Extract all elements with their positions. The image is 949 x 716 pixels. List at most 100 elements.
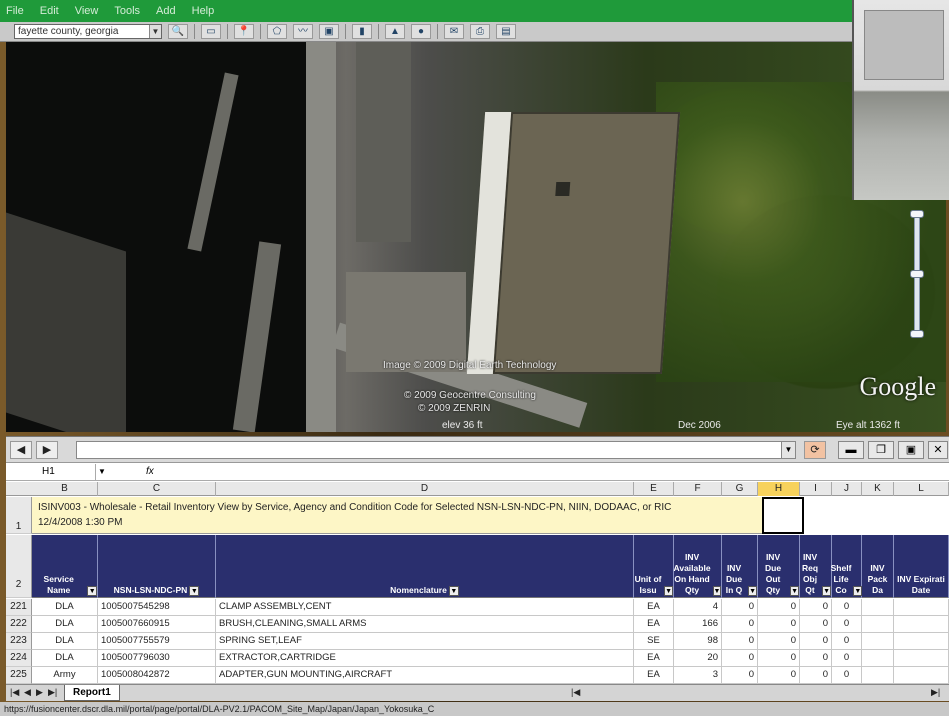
- row-header[interactable]: 224: [6, 650, 32, 667]
- table-cell[interactable]: [894, 633, 949, 650]
- menu-item-edit[interactable]: Edit: [40, 5, 59, 17]
- table-cell[interactable]: 0: [758, 650, 800, 667]
- sheet-tab-report1[interactable]: Report1: [64, 685, 120, 701]
- table-cell[interactable]: 0: [800, 599, 832, 616]
- table-cell[interactable]: [894, 650, 949, 667]
- chevron-down-icon[interactable]: ▼: [149, 25, 161, 38]
- maximize-icon[interactable]: ▣: [898, 441, 924, 459]
- restore-icon[interactable]: ❐: [868, 441, 894, 459]
- table-cell[interactable]: 0: [800, 633, 832, 650]
- polygon-icon[interactable]: ⬠: [267, 24, 287, 39]
- table-cell[interactable]: DLA: [32, 599, 98, 616]
- table-cell[interactable]: DLA: [32, 616, 98, 633]
- sidebar-toggle-icon[interactable]: ▭: [201, 24, 221, 39]
- table-cell[interactable]: 0: [800, 667, 832, 684]
- print-icon[interactable]: ⎙: [470, 24, 490, 39]
- table-cell[interactable]: 98: [674, 633, 722, 650]
- table-cell[interactable]: BRUSH,CLEANING,SMALL ARMS: [216, 616, 634, 633]
- sky-icon[interactable]: ▲: [385, 24, 405, 39]
- row-header[interactable]: 1: [6, 497, 32, 534]
- table-cell[interactable]: [894, 616, 949, 633]
- first-sheet-icon[interactable]: |◀: [10, 687, 19, 698]
- table-cell[interactable]: EA: [634, 599, 674, 616]
- table-cell[interactable]: 0: [722, 650, 758, 667]
- menu-item-file[interactable]: File: [6, 5, 24, 17]
- address-bar[interactable]: ▼: [76, 441, 796, 459]
- next-sheet-icon[interactable]: ▶: [36, 687, 43, 698]
- table-cell[interactable]: 20: [674, 650, 722, 667]
- zoom-out-knob[interactable]: [910, 330, 924, 338]
- table-cell[interactable]: DLA: [32, 633, 98, 650]
- table-cell[interactable]: 0: [722, 599, 758, 616]
- table-cell[interactable]: 1005007660915: [98, 616, 216, 633]
- table-cell[interactable]: 0: [722, 633, 758, 650]
- filter-dropdown-icon[interactable]: ▼: [748, 586, 757, 596]
- placemark-icon[interactable]: 📍: [234, 24, 254, 39]
- column-header-b[interactable]: B: [32, 482, 98, 496]
- column-header-k[interactable]: K: [862, 482, 894, 496]
- row-header[interactable]: 225: [6, 667, 32, 684]
- menu-item-view[interactable]: View: [75, 5, 99, 17]
- selected-cell-h1[interactable]: [762, 497, 804, 534]
- table-cell[interactable]: [862, 599, 894, 616]
- row-header[interactable]: 221: [6, 599, 32, 616]
- table-cell[interactable]: [862, 633, 894, 650]
- path-icon[interactable]: 〰: [293, 24, 313, 39]
- filter-dropdown-icon[interactable]: ▼: [712, 586, 722, 596]
- table-cell[interactable]: 0: [832, 633, 862, 650]
- table-cell[interactable]: 1005007796030: [98, 650, 216, 667]
- back-icon[interactable]: ◀: [10, 441, 32, 459]
- row-header[interactable]: 2: [6, 535, 32, 598]
- minimize-icon[interactable]: ▬: [838, 441, 864, 459]
- table-cell[interactable]: 0: [758, 633, 800, 650]
- table-cell[interactable]: 0: [832, 650, 862, 667]
- row-header[interactable]: 222: [6, 616, 32, 633]
- table-cell[interactable]: EA: [634, 667, 674, 684]
- table-cell[interactable]: 0: [758, 599, 800, 616]
- table-cell[interactable]: EA: [634, 616, 674, 633]
- planet-icon[interactable]: ●: [411, 24, 431, 39]
- column-header-d[interactable]: D: [216, 482, 634, 496]
- table-cell[interactable]: CLAMP ASSEMBLY,CENT: [216, 599, 634, 616]
- hscroll-right-icon[interactable]: ▶|: [931, 687, 940, 698]
- table-cell[interactable]: EA: [634, 650, 674, 667]
- menu-item-help[interactable]: Help: [192, 5, 215, 17]
- refresh-icon[interactable]: ⟳: [804, 441, 826, 459]
- column-header-f[interactable]: F: [674, 482, 722, 496]
- search-input[interactable]: fayette county, georgia ▼: [14, 24, 162, 39]
- overlay-icon[interactable]: ▣: [319, 24, 339, 39]
- last-sheet-icon[interactable]: ▶|: [48, 687, 57, 698]
- table-cell[interactable]: 0: [722, 667, 758, 684]
- hscroll-left-icon[interactable]: |◀: [571, 687, 580, 698]
- filter-dropdown-icon[interactable]: ▼: [448, 586, 459, 596]
- prev-sheet-icon[interactable]: ◀: [24, 687, 31, 698]
- table-cell[interactable]: [862, 616, 894, 633]
- table-cell[interactable]: 0: [758, 667, 800, 684]
- forward-icon[interactable]: ▶: [36, 441, 58, 459]
- column-header-g[interactable]: G: [722, 482, 758, 496]
- column-header-j[interactable]: J: [832, 482, 862, 496]
- table-cell[interactable]: 0: [722, 616, 758, 633]
- table-cell[interactable]: 0: [832, 599, 862, 616]
- table-cell[interactable]: Army: [32, 667, 98, 684]
- table-cell[interactable]: 0: [832, 616, 862, 633]
- row-header[interactable]: 223: [6, 633, 32, 650]
- column-header-h[interactable]: H: [758, 482, 800, 496]
- filter-dropdown-icon[interactable]: ▼: [87, 586, 97, 596]
- zoom-slider[interactable]: [907, 210, 927, 340]
- column-header-e[interactable]: E: [634, 482, 674, 496]
- email-icon[interactable]: ✉: [444, 24, 464, 39]
- table-cell[interactable]: EXTRACTOR,CARTRIDGE: [216, 650, 634, 667]
- zoom-slider-handle[interactable]: [910, 270, 924, 278]
- table-cell[interactable]: 3: [674, 667, 722, 684]
- table-cell[interactable]: 1005007545298: [98, 599, 216, 616]
- table-cell[interactable]: 166: [674, 616, 722, 633]
- ruler-icon[interactable]: ▮: [352, 24, 372, 39]
- chevron-down-icon[interactable]: ▼: [98, 464, 106, 480]
- close-icon[interactable]: ✕: [928, 441, 948, 459]
- table-cell[interactable]: [862, 667, 894, 684]
- table-cell[interactable]: DLA: [32, 650, 98, 667]
- menu-item-add[interactable]: Add: [156, 5, 176, 17]
- table-cell[interactable]: 0: [758, 616, 800, 633]
- table-cell[interactable]: 1005007755579: [98, 633, 216, 650]
